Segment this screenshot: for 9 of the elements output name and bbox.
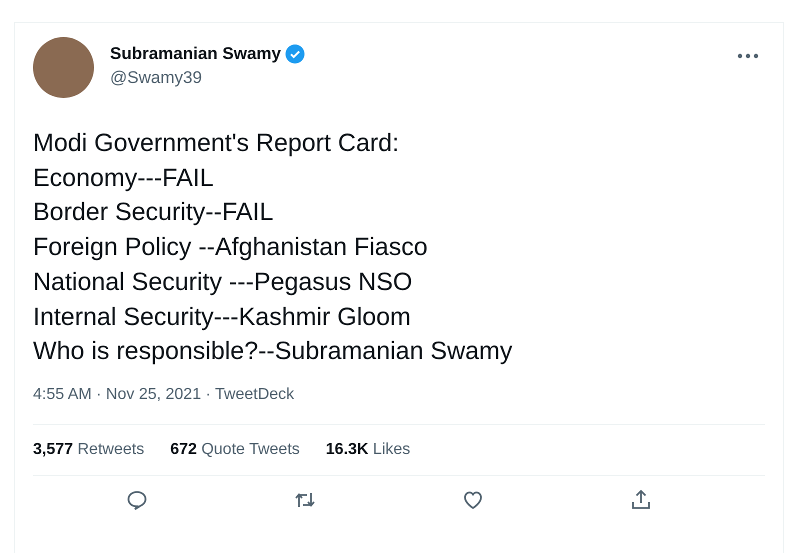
author-name[interactable]: Subramanian Swamy <box>110 44 282 64</box>
engagement-count-link[interactable]: 672 Quote Tweets <box>170 440 300 459</box>
author-handle[interactable]: @Swamy39 <box>110 68 721 88</box>
tweet-text: Modi Government's Report Card: Economy---FAIL Border Security--FAIL Foreign Policy --Afghanistan Fiasco National Security ---Pegasus NSO Internal Security---Kashmir Gloom Who is responsible?--Subramanian Swamy <box>33 128 514 368</box>
share-icon[interactable] <box>629 488 653 512</box>
engagement-count-link[interactable]: 3,577 Retweets <box>33 440 144 459</box>
tweet-timestamp[interactable]: 4:55 AM · Nov 25, 2021 · TweetDeck <box>33 386 294 403</box>
engagement-count-link[interactable]: 16.3K Likes <box>326 440 410 459</box>
more-options-icon[interactable] <box>737 53 759 59</box>
